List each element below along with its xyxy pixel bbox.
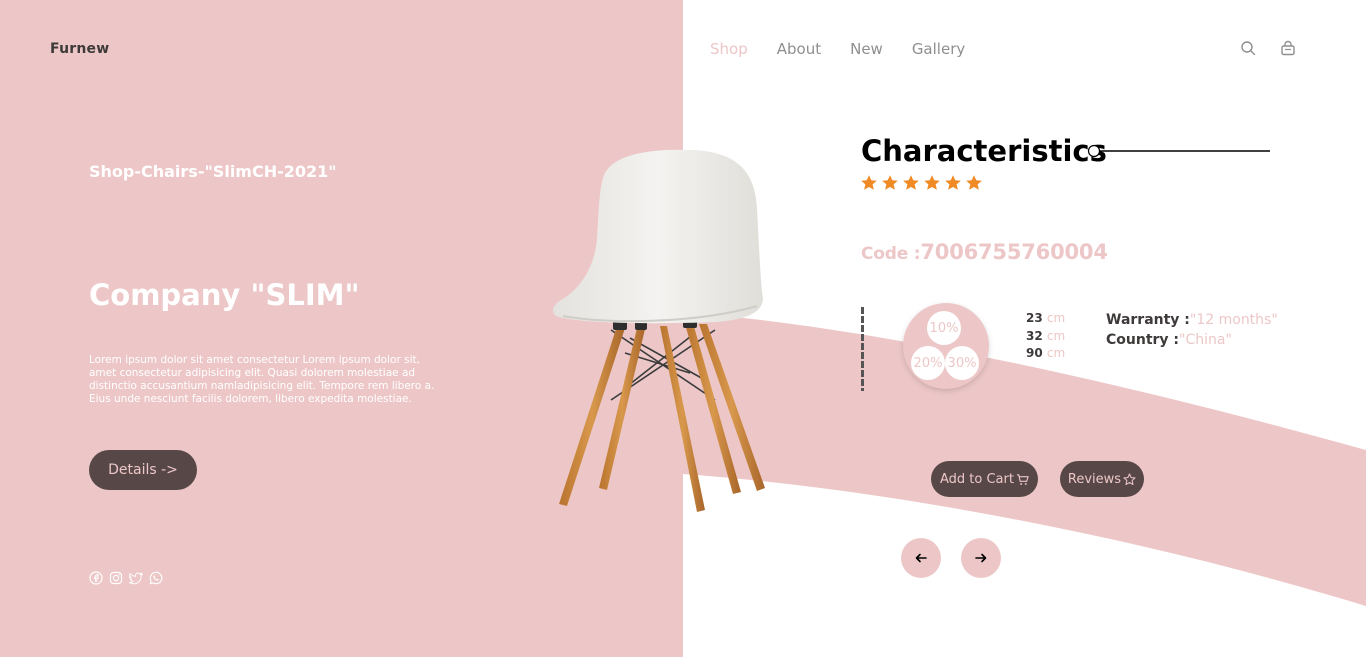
characteristics-heading: Characteristics	[861, 134, 1107, 168]
heading-decoration-line	[1087, 144, 1270, 158]
social-links	[89, 571, 163, 585]
nav-shop[interactable]: Shop	[710, 40, 748, 58]
reviews-label: Reviews	[1067, 471, 1122, 487]
twitter-icon[interactable]	[129, 571, 143, 585]
product-description: Lorem ipsum dolor sit amet consectetur L…	[89, 354, 435, 405]
star-icon	[903, 175, 919, 190]
dimension-row: 23 cm	[1026, 311, 1066, 325]
add-to-cart-label: Add to Cart	[940, 471, 1014, 487]
details-button[interactable]: Details ->	[89, 450, 197, 490]
cart-icon	[1016, 473, 1029, 485]
dimension-row: 90 cm	[1026, 346, 1066, 360]
discount-options: 10% 20% 30%	[903, 303, 989, 389]
star-icon	[882, 175, 898, 190]
product-code: Code :7006755760004	[861, 240, 1108, 264]
next-button[interactable]	[961, 538, 1001, 578]
facebook-icon[interactable]	[89, 571, 103, 585]
nav-gallery[interactable]: Gallery	[912, 40, 965, 58]
arrow-left-icon	[915, 553, 927, 563]
discount-10[interactable]: 10%	[927, 311, 961, 345]
country-row: Country :"China"	[1106, 332, 1232, 348]
nav-new[interactable]: New	[850, 40, 883, 58]
star-icon	[861, 175, 877, 190]
star-outline-icon	[1123, 472, 1136, 485]
rating-stars	[860, 174, 983, 192]
warranty-row: Warranty :"12 months"	[1106, 312, 1278, 328]
search-icon[interactable]	[1240, 40, 1256, 56]
dimension-row: 32 cm	[1026, 328, 1066, 343]
arrow-right-icon	[975, 553, 987, 563]
shopping-bag-icon[interactable]	[1280, 40, 1296, 56]
product-specs: Warranty :"12 months" Country :"China"	[1106, 310, 1278, 350]
star-icon	[945, 175, 961, 190]
discount-30[interactable]: 30%	[945, 346, 979, 380]
code-label: Code :	[861, 244, 921, 264]
star-icon	[924, 175, 940, 190]
brand-logo[interactable]: Furnew	[50, 41, 109, 57]
dimensions-list: 23 cm 32 cm 90 cm	[1026, 310, 1065, 363]
add-to-cart-button[interactable]: Add to Cart	[931, 461, 1038, 497]
breadcrumb: Shop-Chairs-"SlimCH-2021"	[89, 162, 337, 181]
main-nav: Shop About New Gallery	[710, 40, 994, 58]
whatsapp-icon[interactable]	[149, 571, 163, 585]
reviews-button[interactable]: Reviews	[1060, 461, 1144, 497]
chair-image	[553, 149, 765, 512]
previous-button[interactable]	[901, 538, 941, 578]
nav-about[interactable]: About	[777, 40, 821, 58]
code-value: 7006755760004	[920, 240, 1108, 264]
star-icon	[966, 175, 982, 190]
dashed-divider	[861, 307, 864, 391]
discount-20[interactable]: 20%	[911, 346, 945, 380]
instagram-icon[interactable]	[109, 571, 123, 585]
company-heading: Company "SLIM"	[89, 278, 360, 312]
